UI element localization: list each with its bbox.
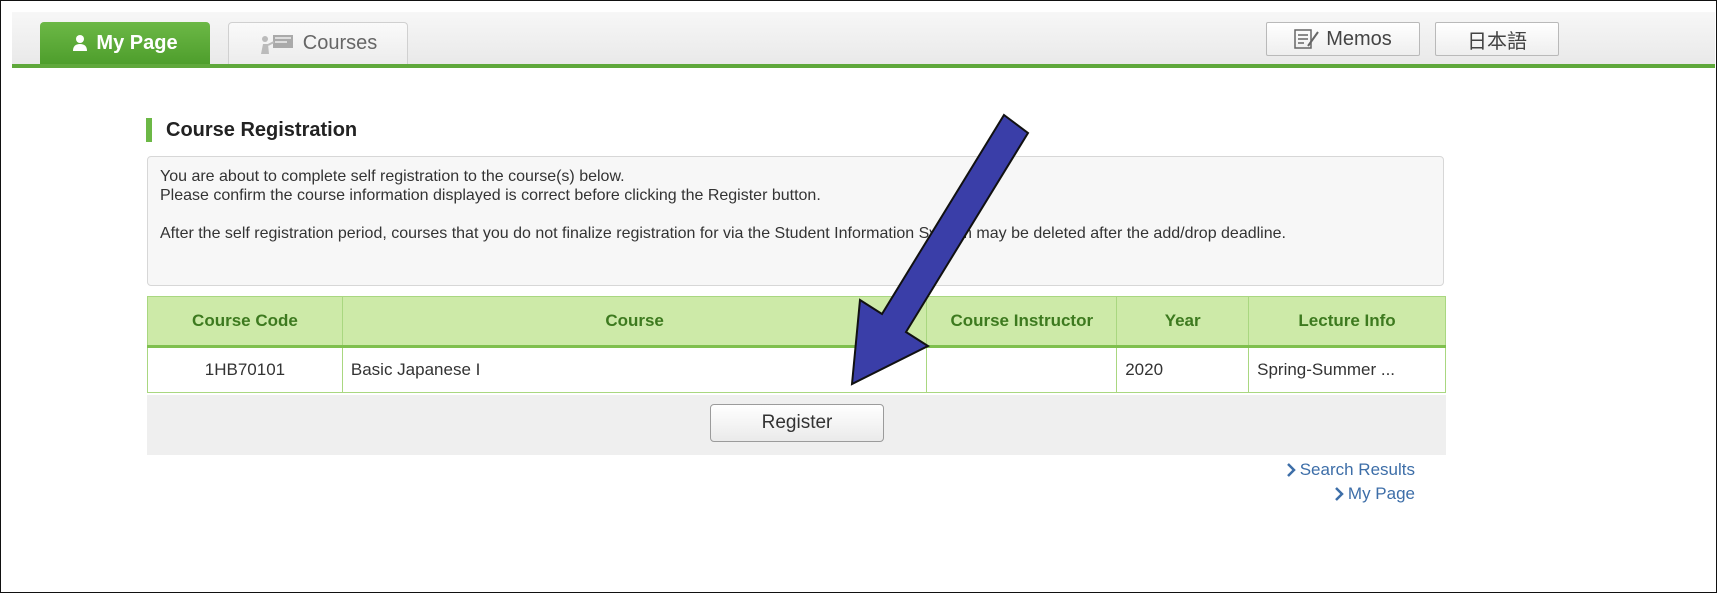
column-header-course-instructor: Course Instructor xyxy=(926,296,1118,348)
registration-notice: You are about to complete self registrat… xyxy=(147,156,1444,286)
presentation-icon xyxy=(259,33,295,55)
column-header-year: Year xyxy=(1116,296,1250,348)
search-results-link[interactable]: Search Results xyxy=(1286,460,1415,480)
course-instructor-cell xyxy=(926,346,1118,393)
chevron-right-icon xyxy=(1286,463,1296,477)
top-navigation-bar: My Page Courses Memos 日本語 xyxy=(12,12,1715,68)
title-accent-bar xyxy=(146,118,152,142)
language-toggle-button[interactable]: 日本語 xyxy=(1435,22,1559,56)
register-button[interactable]: Register xyxy=(710,404,884,442)
notice-line: You are about to complete self registrat… xyxy=(160,168,625,185)
memos-button[interactable]: Memos xyxy=(1266,22,1420,56)
search-results-label: Search Results xyxy=(1299,460,1415,479)
my-page-link[interactable]: My Page xyxy=(1334,484,1415,504)
course-code-cell: 1HB70101 xyxy=(147,346,343,393)
my-page-label: My Page xyxy=(1347,484,1415,503)
memo-icon xyxy=(1294,28,1320,50)
notice-line: After the self registration period, cour… xyxy=(160,225,1286,242)
tab-my-page-label: My Page xyxy=(96,31,178,54)
lecture-info-cell: Spring-Summer ... xyxy=(1248,346,1446,393)
course-table: Course Code Course Course Instructor Yea… xyxy=(147,296,1446,393)
page-title-text: Course Registration xyxy=(166,118,358,141)
page-title: Course Registration xyxy=(146,118,357,142)
column-header-course: Course xyxy=(341,296,928,348)
tab-courses-label: Courses xyxy=(302,32,378,54)
notice-line: Please confirm the course information di… xyxy=(160,187,821,204)
action-bar: Register xyxy=(147,395,1446,455)
user-icon xyxy=(72,34,88,52)
table-row: 1HB70101 Basic Japanese I 2020 Spring-Su… xyxy=(147,346,1446,393)
memos-label: Memos xyxy=(1326,27,1392,50)
tab-my-page[interactable]: My Page xyxy=(40,22,210,64)
year-cell: 2020 xyxy=(1116,346,1250,393)
table-header-row: Course Code Course Course Instructor Yea… xyxy=(147,296,1446,348)
column-header-course-code: Course Code xyxy=(147,296,343,348)
tab-courses[interactable]: Courses xyxy=(228,22,408,64)
course-name-cell: Basic Japanese I xyxy=(341,346,928,393)
chevron-right-icon xyxy=(1334,487,1344,501)
column-header-lecture-info: Lecture Info xyxy=(1248,296,1446,348)
